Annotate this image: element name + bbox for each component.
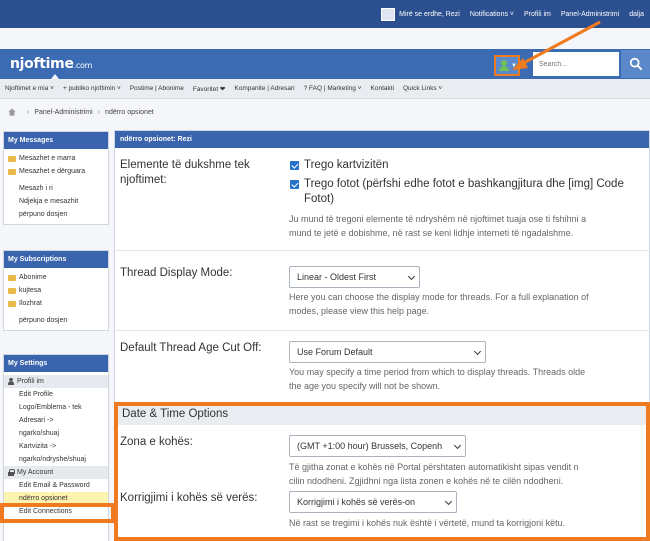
main-nav: Njoftimet e mia ˅ + publiko njoftimin ˅ … [0,79,650,99]
thread-age-select[interactable]: Use Forum Default [289,341,486,363]
thread-age-label: Default Thread Age Cut Off: [120,342,262,354]
panel-title: ndërro opsionet: Rezi [115,131,649,148]
thread-age-desc-1: You may specify a time period from which… [289,367,586,377]
nav-companies[interactable]: Kompanite | Adresari [234,85,294,92]
nav-faq[interactable]: ? FAQ | Marketing ˅ [304,85,362,92]
admin-panel-link[interactable]: Panel-Administrimi [561,11,619,18]
show-photos-option-cont: Fotot) [304,193,335,205]
sidebar-item-upload-delete[interactable]: ngarko/shuaj [4,427,108,440]
chevron-down-icon: ▼ [511,63,517,69]
sidebar-section-account: My Account [4,466,108,479]
visible-elements-label: Elemente të dukshme tek njoftimet: [120,159,250,186]
sidebar-subscriptions: My Subscriptions Abonime kujtesa Ilozhra… [3,250,109,331]
search-icon [629,57,642,71]
thread-display-select[interactable]: Linear - Oldest First [289,266,420,288]
folder-icon [8,168,16,175]
sidebar-item-sent[interactable]: Mesazhet e dërguara [4,165,108,178]
nav-quick-links[interactable]: Quick Links ˅ [403,85,442,92]
show-photos-option[interactable]: Trego fotot (përfshi edhe fotot e bashka… [289,177,624,192]
sidebar-messages: My Messages Mesazhet e marra Mesazhet e … [3,131,109,225]
sidebar-item-edit-sub-folders[interactable]: përpuno dosjen [4,314,108,327]
sidebar-item-logo[interactable]: Logo/Emblema - tek [4,401,108,414]
sidebar-item-edit-folders[interactable]: përpuno dosjen [4,208,108,221]
sidebar-item-directory[interactable]: Adresari -> [4,414,108,427]
breadcrumb-current: ndërro opsionet [105,108,154,116]
sidebar-subscriptions-title: My Subscriptions [4,251,108,268]
show-business-card-checkbox[interactable] [290,161,299,170]
chevron-down-icon [407,272,416,281]
sidebar-item-business-card[interactable]: Kartvizita -> [4,440,108,453]
thread-display-label: Thread Display Mode: [120,267,233,279]
sidebar-item-edit-email-password[interactable]: Edit Email & Password [4,479,108,492]
thread-age-row: Default Thread Age Cut Off: Use Forum De… [115,330,650,405]
show-photos-checkbox[interactable] [290,180,299,189]
sidebar-item-edit-profile[interactable]: Edit Profile [4,388,108,401]
show-business-card-option[interactable]: Trego kartvizitën [289,158,624,173]
folder-icon [8,155,16,162]
folder-icon [8,287,16,294]
nav-favorites[interactable]: Favoritet ❤ [193,85,226,93]
folder-icon [8,300,16,307]
breadcrumb: › Panel-Administrimi › ndërro opsionet [8,108,154,116]
search-input[interactable] [533,52,619,76]
nav-my-listings[interactable]: Njoftimet e mia ˅ [5,85,54,92]
sidebar-item-inbox[interactable]: Mesazhet e marra [4,152,108,165]
sidebar-item-reminders[interactable]: kujtesa [4,284,108,297]
thread-display-desc-1: Here you can choose the display mode for… [289,292,589,302]
thread-display-desc-2: modes, please view this help page. [289,306,430,316]
top-user-bar: Mirë se erdhe, Rezi Notifications ˅ Prof… [0,0,650,28]
notifications-link[interactable]: Notifications ˅ [470,11,514,18]
sidebar-item-subscriptions[interactable]: Abonime [4,271,108,284]
sidebar-highlight-box [0,503,115,523]
sidebar-item-new-message[interactable]: Mesazh i ri [4,182,108,195]
breadcrumb-admin[interactable]: Panel-Administrimi [34,109,92,116]
search-button[interactable] [621,50,650,78]
sidebar-messages-title: My Messages [4,132,108,149]
sidebar-item-accounts[interactable]: Ilozhrat [4,297,108,310]
home-icon[interactable] [8,108,16,116]
user-avatar[interactable] [381,7,396,21]
thread-display-row: Thread Display Mode: Linear - Oldest Fir… [115,250,650,330]
visible-elements-desc-1: Ju mund të tregoni elemente të ndryshëm … [289,214,587,224]
visible-elements-desc-2: mund te jetë e dobishme, në rast se keni… [289,228,574,238]
profile-link[interactable]: Profili im [524,11,551,18]
sidebar-item-track-message[interactable]: Ndjekja e mesazhit [4,195,108,208]
thread-age-desc-2: the age you specify will not be shown. [289,381,441,391]
site-logo[interactable]: njoftime.com [10,56,92,72]
nav-contact[interactable]: Kontakti [371,85,395,92]
sidebar-section-profile: Profili im [4,375,108,388]
nav-posts[interactable]: Postime | Abonime [130,85,184,92]
person-icon [8,378,14,385]
chevron-down-icon [473,347,482,356]
user-menu-icon[interactable]: ▼ [494,55,520,76]
logout-link[interactable]: dalja [629,11,644,18]
lock-icon [8,469,15,476]
datetime-highlight-box [114,402,650,541]
welcome-text: Mirë se erdhe, Rezi [399,10,460,18]
folder-icon [8,274,16,281]
sidebar-item-upload-change-delete[interactable]: ngarko/ndryshe/shuaj [4,453,108,466]
sidebar-settings-title: My Settings [4,355,108,372]
nav-publish[interactable]: + publiko njoftimin ˅ [63,85,121,92]
visible-elements-row: Elemente të dukshme tek njoftimet: Trego… [115,148,650,250]
